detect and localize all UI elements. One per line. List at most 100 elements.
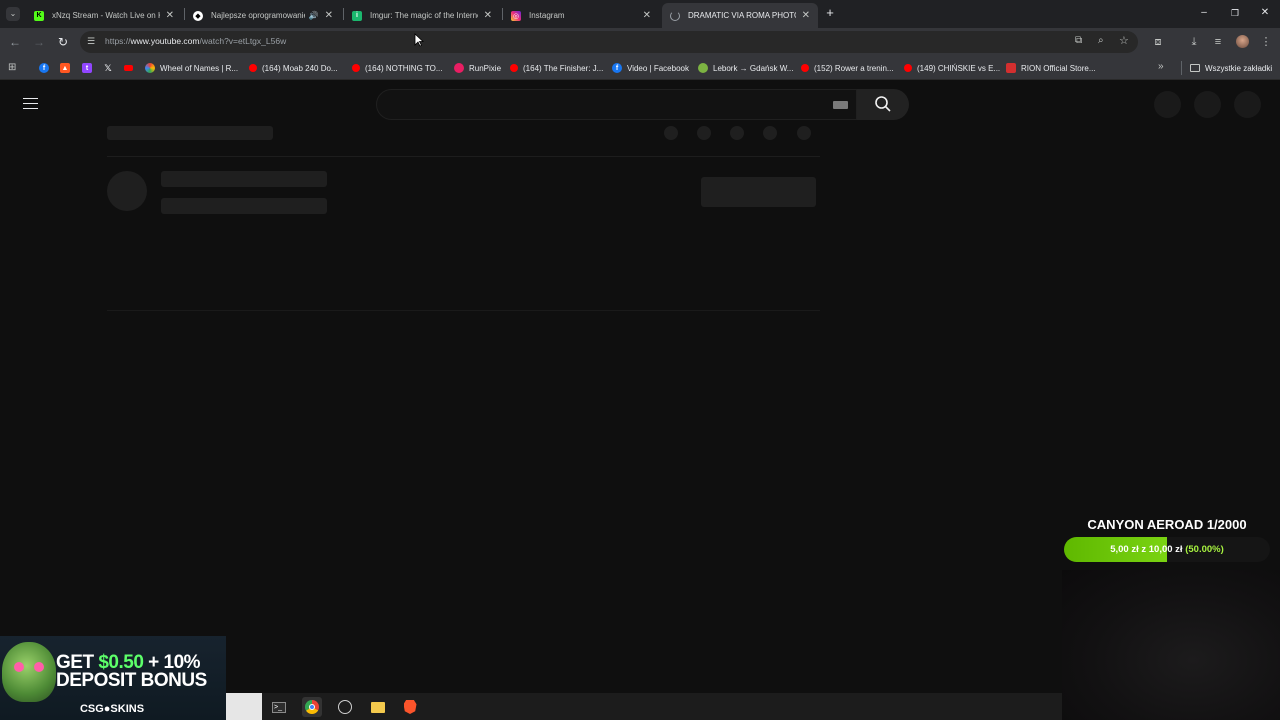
bookmark-youtube[interactable] bbox=[124, 61, 138, 75]
ad-subheadline: DEPOSIT BONUS bbox=[56, 670, 207, 691]
goal-title: CANYON AEROAD 1/2000 bbox=[1087, 517, 1247, 532]
install-app-icon[interactable]: ⧉ bbox=[1075, 35, 1082, 46]
bookmark-star-icon[interactable]: ☆ bbox=[1119, 34, 1129, 47]
keyboard-icon[interactable] bbox=[833, 101, 848, 109]
bookmark-lebork[interactable]: Lebork → Gdańsk W... bbox=[698, 61, 793, 75]
browser-toolbar: ← → ↻ ☰ https://www.youtube.com/watch?v=… bbox=[0, 28, 1280, 56]
placeholder-circle bbox=[1154, 91, 1181, 118]
tab-instagram[interactable]: ◎ Instagram ✕ bbox=[503, 3, 659, 28]
new-tab-icon[interactable]: + bbox=[823, 6, 837, 20]
zoom-icon[interactable]: ⌕ bbox=[1098, 35, 1104, 46]
bookmark-wheel-of-names[interactable]: Wheel of Names | R... bbox=[145, 61, 238, 75]
forward-icon[interactable]: → bbox=[31, 34, 47, 50]
bookmark-video-facebook[interactable]: f Video | Facebook bbox=[612, 61, 689, 75]
subscribe-placeholder bbox=[701, 177, 816, 207]
search-button[interactable] bbox=[857, 89, 909, 120]
extensions-icon[interactable]: ⧈ bbox=[1150, 34, 1166, 50]
channel-name-placeholder bbox=[161, 171, 327, 187]
file-explorer-icon[interactable] bbox=[368, 697, 388, 717]
taskbar-blank-area bbox=[226, 693, 262, 720]
tab-youtube-active[interactable]: DRAMATIC VIA ROMA PHOTO ✕ bbox=[662, 3, 818, 28]
title-placeholder bbox=[107, 126, 273, 140]
menu-hamburger-icon[interactable] bbox=[23, 98, 38, 109]
mouse-cursor-icon bbox=[414, 33, 424, 47]
bookmark-label: RunPixie bbox=[469, 63, 502, 73]
bookmark-x[interactable]: 𝕏 bbox=[103, 61, 118, 75]
x-icon: 𝕏 bbox=[104, 62, 112, 73]
profile-avatar[interactable] bbox=[1236, 35, 1249, 48]
all-bookmarks[interactable]: Wszystkie zakładki bbox=[1190, 61, 1272, 75]
close-window-icon[interactable]: ✕ bbox=[1259, 7, 1271, 19]
ad-banner[interactable]: GET $0.50 + 10% DEPOSIT BONUS CSG●SKINS bbox=[0, 636, 226, 720]
all-bookmarks-label: Wszystkie zakładki bbox=[1205, 63, 1273, 73]
bookmark-label: RION Official Store... bbox=[1021, 63, 1096, 73]
more-bookmarks-icon[interactable]: » bbox=[1158, 61, 1164, 72]
download-icon[interactable]: ⤓ bbox=[1186, 34, 1202, 50]
close-tab-icon[interactable]: ✕ bbox=[325, 10, 333, 21]
terminal-icon[interactable]: >_ bbox=[269, 697, 289, 717]
youtube-icon bbox=[249, 64, 257, 72]
bookmark-finisher[interactable]: (164) The Finisher: J... bbox=[510, 61, 603, 75]
bookmark-nothing[interactable]: (164) NOTHING TO... bbox=[352, 61, 443, 75]
minimize-icon[interactable]: – bbox=[1198, 7, 1210, 19]
youtube-icon bbox=[510, 64, 518, 72]
facebook-icon: f bbox=[612, 63, 622, 73]
goal-progress-text: 5,00 zł z 10,00 zł (50.00%) bbox=[1110, 544, 1224, 555]
bookmark-facebook[interactable]: f bbox=[39, 61, 54, 75]
brave-icon[interactable] bbox=[400, 697, 420, 717]
youtube-icon bbox=[352, 64, 360, 72]
menu-icon[interactable]: ⋮ bbox=[1258, 34, 1274, 50]
chrome-icon[interactable] bbox=[302, 697, 322, 717]
action-placeholder bbox=[697, 126, 711, 140]
tab-search-icon[interactable]: ⌄ bbox=[6, 7, 20, 21]
back-icon[interactable]: ← bbox=[7, 34, 23, 50]
apps-grid-icon[interactable]: ⊞ bbox=[8, 62, 16, 73]
bookmark-label: (164) NOTHING TO... bbox=[365, 63, 443, 73]
placeholder-circle bbox=[1234, 91, 1261, 118]
bookmarks-bar: ⊞ f ▲ t 𝕏 Wheel of Names | R... (164) Mo… bbox=[0, 56, 1280, 80]
media-control-icon[interactable]: ≡ bbox=[1210, 34, 1226, 50]
action-placeholder bbox=[664, 126, 678, 140]
placeholder-circle bbox=[1194, 91, 1221, 118]
bookmark-label: (164) The Finisher: J... bbox=[523, 63, 604, 73]
bookmark-fire[interactable]: ▲ bbox=[60, 61, 75, 75]
tab-title: Najlepsze oprogramowanie bbox=[211, 11, 305, 20]
tab-title: Instagram bbox=[529, 11, 565, 20]
restore-icon[interactable]: ❐ bbox=[1229, 7, 1241, 19]
runpixie-icon bbox=[454, 63, 464, 73]
bookmark-twitch[interactable]: t bbox=[82, 61, 97, 75]
wheel-icon bbox=[145, 63, 155, 73]
tab-title: xNzq Stream - Watch Live on K bbox=[52, 11, 160, 20]
url-text[interactable]: https://www.youtube.com/watch?v=etLtgx_L… bbox=[105, 36, 286, 46]
action-placeholder bbox=[763, 126, 777, 140]
bookmark-moab[interactable]: (164) Moab 240 Do... bbox=[249, 61, 338, 75]
close-tab-icon[interactable]: ✕ bbox=[643, 10, 651, 21]
tab-kick[interactable]: K xNzq Stream - Watch Live on K ✕ bbox=[26, 3, 182, 28]
site-info-icon[interactable]: ☰ bbox=[87, 36, 95, 47]
speaker-icon[interactable]: 🔊 bbox=[309, 11, 319, 20]
reload-icon[interactable]: ↻ bbox=[55, 34, 71, 50]
close-tab-icon[interactable]: ✕ bbox=[166, 10, 174, 21]
channel-avatar-placeholder bbox=[107, 171, 147, 211]
app-icon[interactable] bbox=[335, 697, 355, 717]
bookmark-rion[interactable]: RION Official Store... bbox=[1006, 61, 1096, 75]
bookmark-label: Video | Facebook bbox=[627, 63, 689, 73]
bookmark-chinskie[interactable]: (149) CHIŃSKIE vs E... bbox=[904, 61, 1000, 75]
close-tab-icon[interactable]: ✕ bbox=[802, 10, 810, 21]
ad-brand: CSG●SKINS bbox=[79, 703, 145, 715]
mascot-icon bbox=[2, 642, 56, 702]
fire-icon: ▲ bbox=[60, 63, 70, 73]
bookmark-runpixie[interactable]: RunPixie bbox=[454, 61, 501, 75]
tab-software[interactable]: ◆ Najlepsze oprogramowanie 🔊 ✕ bbox=[185, 3, 341, 28]
loading-icon bbox=[670, 10, 680, 21]
address-bar[interactable]: ☰ https://www.youtube.com/watch?v=etLtgx… bbox=[80, 31, 1138, 53]
folder-icon bbox=[1190, 64, 1200, 72]
bookmark-rower[interactable]: (152) Rower a trenin... bbox=[801, 61, 894, 75]
bookmark-label: (149) CHIŃSKIE vs E... bbox=[917, 63, 1001, 73]
software-site-icon: ◆ bbox=[193, 10, 203, 21]
close-tab-icon[interactable]: ✕ bbox=[484, 10, 492, 21]
taskbar: >_ bbox=[226, 693, 1062, 720]
search-input[interactable] bbox=[376, 89, 857, 120]
tab-imgur[interactable]: i Imgur: The magic of the Interne ✕ bbox=[344, 3, 500, 28]
action-placeholder bbox=[797, 126, 811, 140]
